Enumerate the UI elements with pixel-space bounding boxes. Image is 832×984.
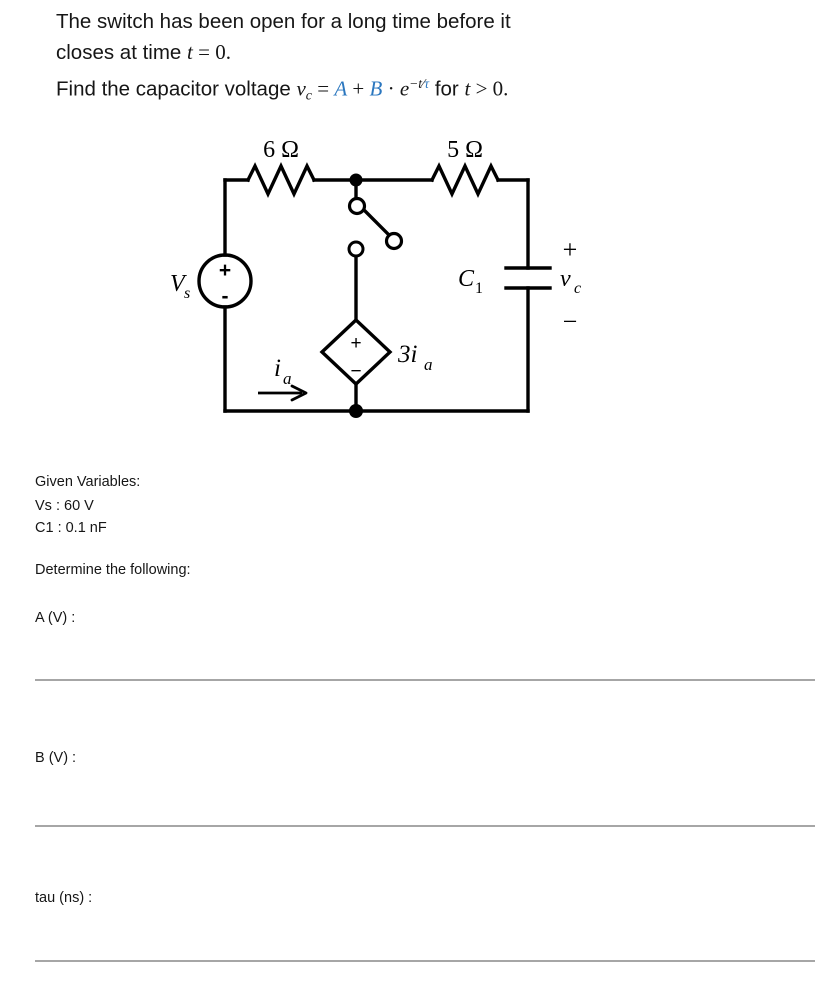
variable-B: B [369, 76, 383, 101]
current-label-ia: i [274, 355, 281, 382]
capacitor-voltage-label-subscript: c [574, 280, 581, 297]
switch-terminal-lower [347, 240, 365, 258]
dependent-source-plus-sign: + [350, 333, 361, 354]
answer-input-b[interactable] [35, 825, 815, 827]
switch-terminal-upper [347, 196, 367, 216]
given-variables-block: Given Variables: Vs : 60 V C1 : 0.1 nF [35, 470, 535, 539]
given-variables-heading: Given Variables: [35, 474, 141, 490]
determine-following-label: Determine the following: [35, 562, 191, 578]
capacitor-minus-sign: − [563, 307, 578, 336]
answer-label-a: A (V) : [35, 610, 76, 626]
resistor-5ohm-symbol [429, 161, 501, 199]
problem-line-2: closes at time t = 0. [56, 37, 776, 68]
voltage-source-plus-sign: + [219, 259, 231, 282]
switch-blade [361, 207, 393, 239]
answer-label-b: B (V) : [35, 750, 77, 766]
for-text: for [429, 77, 465, 101]
variable-vc: v [296, 76, 306, 101]
exponent-minus-t: −t [409, 76, 423, 91]
given-variable-c1: C1 : 0.1 nF [35, 520, 107, 536]
answer-input-a[interactable] [35, 679, 815, 681]
problem-line-3-prefix: Find the capacitor voltage [56, 77, 297, 101]
current-arrow-ia [258, 384, 308, 402]
given-variable-vs: Vs : 60 V [35, 498, 94, 514]
current-label-ia-subscript: a [283, 369, 292, 388]
variable-A: A [334, 76, 348, 101]
voltage-source-label-subscript: s [184, 285, 190, 302]
dependent-source-label-subscript: a [424, 355, 433, 374]
resistor-6ohm-symbol [245, 161, 317, 199]
problem-line-3: Find the capacitor voltage vc = A + B · … [56, 68, 776, 111]
dependent-source-minus-sign: − [350, 361, 361, 382]
capacitor-label: C [458, 266, 475, 292]
equals-zero: = 0. [192, 40, 231, 64]
switch-terminal-blade-end [384, 231, 404, 251]
multiply-dot: · [382, 76, 400, 101]
problem-line-1: The switch has been open for a long time… [56, 6, 776, 37]
resistor-6ohm-label: 6 Ω [263, 137, 299, 163]
junction-dot-top [349, 173, 363, 187]
plus-sign: + [347, 76, 370, 101]
capacitor-voltage-label: v [560, 266, 571, 292]
capacitor-label-subscript: 1 [475, 280, 483, 297]
answer-label-tau: tau (ns) : [35, 890, 93, 906]
dependent-source-label: 3i [397, 341, 418, 368]
problem-line-2-prefix: closes at time [56, 41, 188, 64]
circuit-schematic: 6 Ω 5 Ω V s + - C 1 v c + − + − 3i a i a [170, 137, 581, 418]
equals-sign: = [311, 76, 335, 101]
problem-line-1-text: The switch has been open for a long time… [56, 10, 511, 33]
circuit-diagram: 6 Ω 5 Ω V s + - C 1 v c + − + − 3i a i a [0, 130, 832, 440]
capacitor-plus-sign: + [563, 235, 578, 264]
voltage-source-minus-sign: - [222, 285, 229, 308]
exponential-e: e [399, 76, 410, 101]
junction-dot-bottom [349, 404, 363, 418]
problem-statement: The switch has been open for a long time… [56, 6, 776, 111]
condition-gt-zero: > 0. [470, 76, 509, 101]
answer-input-tau[interactable] [35, 960, 815, 962]
resistor-5ohm-label: 5 Ω [447, 137, 483, 163]
